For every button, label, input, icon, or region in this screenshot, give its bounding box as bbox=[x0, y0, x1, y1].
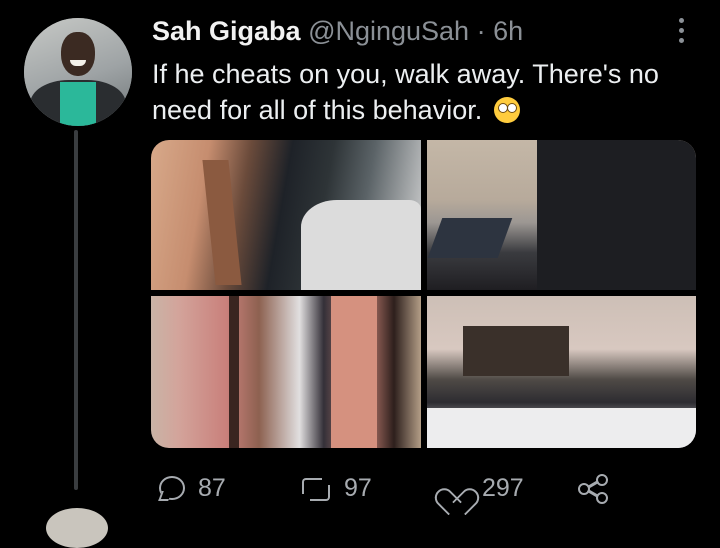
reply-button[interactable]: 87 bbox=[158, 470, 226, 506]
more-options-icon[interactable] bbox=[676, 16, 686, 46]
author-avatar[interactable] bbox=[24, 18, 132, 126]
tweet-actions: 87 97 297 bbox=[158, 470, 628, 510]
like-button[interactable]: 297 bbox=[440, 470, 524, 506]
tweet-timestamp[interactable]: 6h bbox=[493, 16, 523, 46]
reply-icon bbox=[158, 475, 186, 501]
tweet-text: If he cheats on you, walk away. There's … bbox=[152, 56, 702, 128]
photo-4[interactable] bbox=[427, 296, 696, 448]
retweet-count: 97 bbox=[344, 473, 372, 502]
photo-2[interactable] bbox=[427, 140, 696, 290]
photo-3[interactable] bbox=[151, 296, 421, 448]
tweet-header: Sah Gigaba @NginguSah · 6h bbox=[152, 14, 523, 48]
tweet-body: If he cheats on you, walk away. There's … bbox=[152, 59, 659, 125]
retweet-button[interactable]: 97 bbox=[298, 470, 372, 506]
share-icon bbox=[578, 474, 608, 504]
thread-line bbox=[74, 130, 78, 490]
retweet-icon bbox=[298, 475, 332, 501]
author-handle[interactable]: @NginguSah bbox=[308, 16, 469, 46]
rolling-eyes-emoji-icon bbox=[493, 97, 520, 123]
heart-icon bbox=[440, 475, 470, 501]
share-button[interactable] bbox=[578, 470, 608, 506]
reply-count: 87 bbox=[198, 473, 226, 502]
next-reply-avatar[interactable] bbox=[46, 508, 108, 548]
media-grid bbox=[151, 140, 696, 448]
like-count: 297 bbox=[482, 473, 524, 502]
photo-1[interactable] bbox=[151, 140, 421, 290]
header-separator: · bbox=[476, 16, 486, 46]
author-name[interactable]: Sah Gigaba bbox=[152, 16, 301, 46]
